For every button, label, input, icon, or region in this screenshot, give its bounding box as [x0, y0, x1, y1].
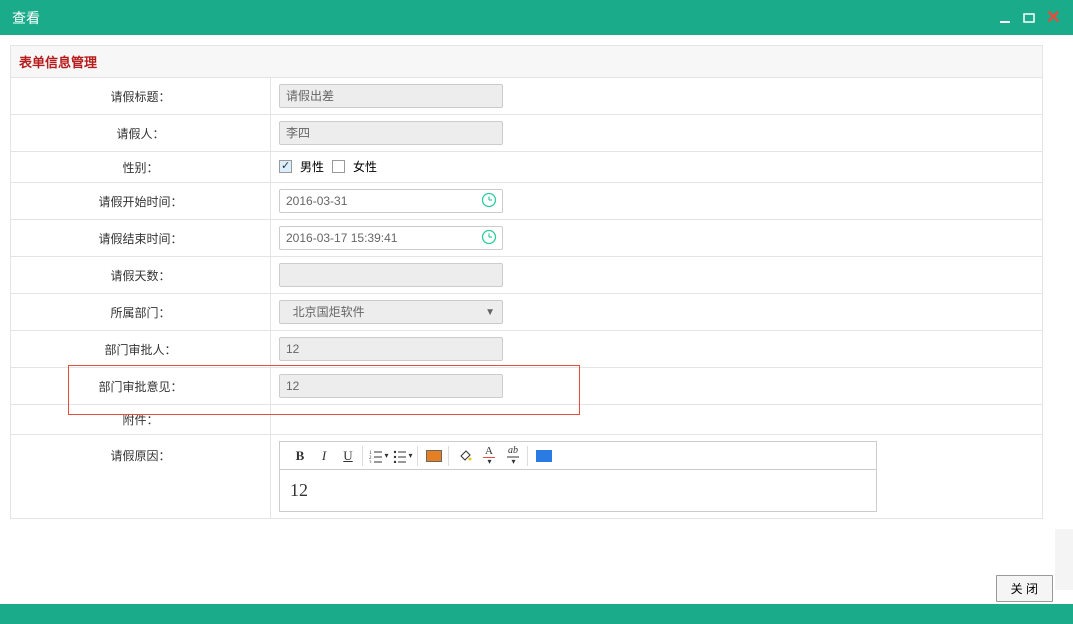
fill-color-button[interactable]	[455, 446, 475, 466]
dept-select[interactable]: 北京国炬软件	[279, 300, 503, 324]
approver-input[interactable]: 12	[279, 337, 503, 361]
window-titlebar: 查看 ✕	[0, 0, 1073, 35]
editor-content[interactable]: 12	[280, 470, 876, 511]
label-approver: 部门审批人：	[11, 331, 271, 368]
highlight-button[interactable]: ab ▾	[503, 446, 523, 466]
gender-female-label: 女性	[353, 158, 377, 175]
label-end-time: 请假结束时间：	[11, 220, 271, 257]
label-attachment: 附件：	[11, 405, 271, 435]
dept-select-value: 北京国炬软件	[293, 305, 365, 319]
image-icon	[426, 450, 442, 462]
label-days: 请假天数：	[11, 257, 271, 294]
end-time-input[interactable]: 2016-03-17 15:39:41	[279, 226, 503, 250]
label-start-time: 请假开始时间：	[11, 183, 271, 220]
section-header: 表单信息管理	[11, 46, 1043, 78]
chevron-down-icon: ▼	[485, 307, 495, 318]
editor-toolbar: B I U 123▾ ▾	[280, 442, 876, 470]
start-time-input[interactable]: 2016-03-31	[279, 189, 503, 213]
gender-male-label: 男性	[300, 158, 324, 175]
unordered-list-button[interactable]: ▾	[393, 446, 413, 466]
title-input[interactable]: 请假出差	[279, 84, 503, 108]
footer-bar: 关 闭	[996, 575, 1053, 602]
label-dept: 所属部门：	[11, 294, 271, 331]
underline-button[interactable]: U	[338, 446, 358, 466]
insert-button[interactable]	[534, 446, 554, 466]
ordered-list-icon: 123	[369, 449, 383, 463]
window-controls: ✕	[998, 7, 1061, 28]
clock-icon[interactable]	[481, 192, 497, 208]
italic-button[interactable]: I	[314, 446, 334, 466]
minimize-button[interactable]	[998, 11, 1012, 25]
image-button[interactable]	[424, 446, 444, 466]
clock-icon[interactable]	[481, 229, 497, 245]
close-window-button[interactable]: ✕	[1046, 7, 1061, 28]
form-content: 表单信息管理 请假标题： 请假出差 请假人： 李四 性别： 男性 女性 请假开始…	[0, 35, 1073, 529]
opinion-input[interactable]: 12	[279, 374, 503, 398]
close-button[interactable]: 关 闭	[996, 575, 1053, 602]
unordered-list-icon	[393, 449, 407, 463]
square-icon	[536, 450, 552, 462]
bold-button[interactable]: B	[290, 446, 310, 466]
paint-bucket-icon	[458, 449, 472, 463]
minimize-icon	[998, 11, 1012, 25]
gender-male-checkbox[interactable]	[279, 160, 292, 173]
maximize-button[interactable]	[1022, 11, 1036, 25]
label-title: 请假标题：	[11, 78, 271, 115]
label-gender: 性别：	[11, 152, 271, 183]
svg-text:3: 3	[369, 461, 372, 463]
label-opinion: 部门审批意见：	[11, 368, 271, 405]
person-input[interactable]: 李四	[279, 121, 503, 145]
attachment-cell	[271, 405, 1043, 435]
gender-female-checkbox[interactable]	[332, 160, 345, 173]
bottom-strip	[0, 604, 1073, 624]
maximize-icon	[1022, 11, 1036, 25]
ordered-list-button[interactable]: 123▾	[369, 446, 389, 466]
font-color-button[interactable]: A ▾	[479, 446, 499, 466]
label-person: 请假人：	[11, 115, 271, 152]
gender-group: 男性 女性	[279, 158, 377, 175]
rich-text-editor: B I U 123▾ ▾	[279, 441, 877, 512]
form-table: 表单信息管理 请假标题： 请假出差 请假人： 李四 性别： 男性 女性 请假开始…	[10, 45, 1043, 519]
days-input[interactable]	[279, 263, 503, 287]
label-reason: 请假原因：	[11, 435, 271, 519]
window-title: 查看	[12, 8, 998, 28]
